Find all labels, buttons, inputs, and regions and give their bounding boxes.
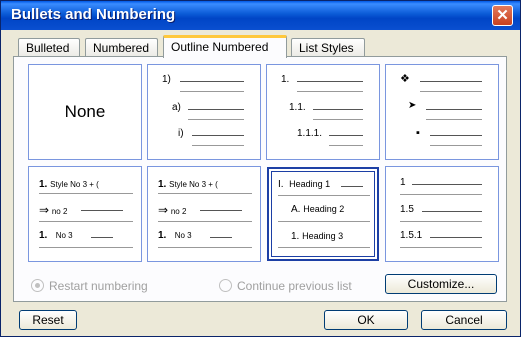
level-3-number: 1. No 3 bbox=[158, 230, 192, 241]
close-icon[interactable]: ✕ bbox=[492, 5, 513, 26]
gallery-item-style-no-3-a[interactable]: 1. Style No 3 + ( ⇒ no 2 1. No 3 bbox=[28, 166, 142, 262]
tab-label: Outline Numbered bbox=[171, 40, 269, 54]
tab-panel: None 1) a) i) 1. 1.1. 1.1.1. ❖ ➤ ▪ 1. St… bbox=[13, 56, 507, 302]
level-2-number: ⇒ no 2 bbox=[39, 203, 68, 217]
level-1-number: 1. Style No 3 + ( bbox=[39, 179, 99, 190]
gallery-item-symbol-bullets[interactable]: ❖ ➤ ▪ bbox=[385, 64, 499, 160]
none-label: None bbox=[64, 102, 106, 121]
level-1-number: I. Heading 1 bbox=[278, 179, 331, 190]
level-1-number: 1 bbox=[400, 177, 406, 188]
tab-label: Numbered bbox=[93, 41, 150, 55]
radio-dot bbox=[31, 279, 44, 292]
level-3-number: 1.1.1. bbox=[297, 128, 323, 139]
diamond-bullet-icon: ❖ bbox=[400, 73, 410, 85]
gallery-item-heading-numbering[interactable]: I. Heading 1 A. Heading 2 1. Heading 3 bbox=[267, 167, 379, 261]
level-2-number: A. Heading 2 bbox=[291, 204, 345, 215]
arrow-bullet-icon: ➤ bbox=[408, 100, 417, 111]
gallery-item-decimal-outline[interactable]: 1 1.5 1.5.1 bbox=[385, 166, 499, 262]
tab-label: Bulleted bbox=[26, 41, 70, 55]
level-1-number: 1. Style No 3 + ( bbox=[158, 179, 218, 190]
cancel-button[interactable]: Cancel bbox=[421, 310, 507, 330]
customize-button[interactable]: Customize... bbox=[385, 274, 497, 294]
tab-bulleted[interactable]: Bulleted bbox=[18, 38, 80, 56]
ok-button[interactable]: OK bbox=[324, 310, 408, 330]
title-bar: Bullets and Numbering ✕ bbox=[1, 1, 520, 30]
gallery-item-style-no-3-b[interactable]: 1. Style No 3 + ( ⇒ no 2 1. No 3 bbox=[147, 166, 261, 262]
gallery-item-legal-numbering[interactable]: 1. 1.1. 1.1.1. bbox=[266, 64, 380, 160]
level-3-number: 1. No 3 bbox=[39, 230, 73, 241]
continue-previous-list-radio[interactable]: Continue previous list bbox=[219, 279, 352, 293]
tab-outline-numbered[interactable]: Outline Numbered bbox=[163, 35, 287, 58]
square-bullet-icon: ▪ bbox=[416, 127, 420, 139]
tab-numbered[interactable]: Numbered bbox=[85, 38, 158, 56]
dialog-title: Bullets and Numbering bbox=[11, 6, 176, 23]
level-3-number: 1.5.1 bbox=[400, 230, 423, 241]
level-2-number: a) bbox=[172, 102, 181, 113]
level-3-number: i) bbox=[178, 128, 184, 139]
restart-numbering-label: Restart numbering bbox=[49, 279, 148, 293]
level-2-number: 1.5 bbox=[400, 204, 414, 215]
restart-numbering-radio[interactable]: Restart numbering bbox=[31, 279, 148, 293]
level-3-number: 1. Heading 3 bbox=[291, 231, 344, 242]
tab-label: List Styles bbox=[299, 41, 354, 55]
tab-list-styles[interactable]: List Styles bbox=[291, 38, 365, 56]
reset-button[interactable]: Reset bbox=[19, 310, 77, 330]
level-1-number: 1) bbox=[162, 74, 171, 85]
level-2-number: 1.1. bbox=[289, 102, 306, 113]
gallery-item-paren-numbering[interactable]: 1) a) i) bbox=[147, 64, 261, 160]
level-2-number: ⇒ no 2 bbox=[158, 203, 187, 217]
continue-previous-list-label: Continue previous list bbox=[237, 279, 352, 293]
gallery-item-none[interactable]: None bbox=[28, 64, 142, 160]
bullets-numbering-dialog: Bullets and Numbering ✕ Bulleted Numbere… bbox=[0, 0, 521, 337]
level-1-number: 1. bbox=[281, 74, 290, 85]
radio-dot bbox=[219, 279, 232, 292]
